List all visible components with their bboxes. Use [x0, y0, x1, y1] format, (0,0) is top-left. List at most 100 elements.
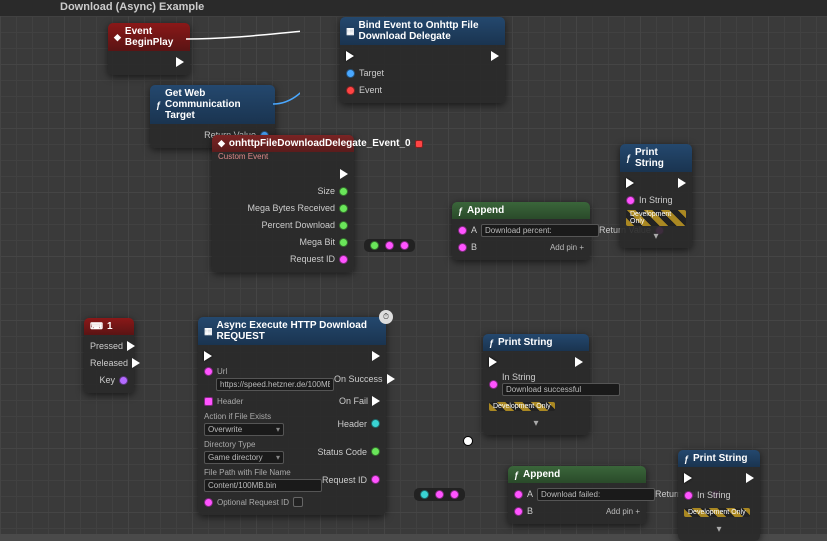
- reroute-magenta-icon: [435, 490, 444, 499]
- node-print-string-2[interactable]: ƒ Print String In String Development Onl…: [483, 334, 589, 435]
- node-header: ƒ Get Web Communication Target: [150, 85, 275, 124]
- node-title: Print String: [693, 453, 747, 464]
- pressed-pin[interactable]: Pressed: [90, 341, 135, 351]
- key-pin[interactable]: Key: [99, 375, 128, 385]
- status-code-pin[interactable]: Status Code: [317, 447, 380, 457]
- a-value-input[interactable]: [481, 224, 599, 237]
- url-input[interactable]: [216, 378, 334, 391]
- reroute-exec[interactable]: [463, 436, 473, 446]
- target-pin[interactable]: Target: [346, 68, 384, 78]
- exec-out-pin[interactable]: [678, 178, 686, 188]
- exec-in-pin[interactable]: [204, 351, 212, 361]
- node-title: Append: [467, 205, 504, 216]
- path-input[interactable]: [204, 479, 322, 492]
- expand-icon[interactable]: ▾: [684, 522, 754, 535]
- event-icon: ◆: [218, 138, 225, 149]
- header-out-pin[interactable]: Header: [337, 419, 380, 429]
- node-event-beginplay[interactable]: ◆ Event BeginPlay: [108, 23, 190, 75]
- exec-out-pin[interactable]: [372, 351, 380, 361]
- b-pin[interactable]: B: [514, 506, 533, 516]
- graph-title: Download (Async) Example: [0, 0, 827, 16]
- exec-out-pin[interactable]: [491, 51, 499, 61]
- node-header: ◆ Event BeginPlay: [108, 23, 190, 51]
- a-pin[interactable]: A: [514, 488, 655, 501]
- exec-out-pin[interactable]: [575, 357, 583, 367]
- node-header: ▦ Bind Event to Onhttp File Download Del…: [340, 17, 505, 45]
- node-append-1[interactable]: ƒ Append A Return Value B Add pin +: [452, 202, 590, 260]
- node-title: Append: [523, 469, 560, 480]
- size-pin[interactable]: Size: [317, 186, 348, 196]
- node-header: ƒ Print String: [678, 450, 760, 467]
- a-pin[interactable]: A: [458, 224, 599, 237]
- node-append-2[interactable]: ƒ Append A Return Value B Add pin +: [508, 466, 646, 524]
- node-title: Event BeginPlay: [125, 26, 184, 48]
- node-header: ƒ Print String: [620, 144, 692, 172]
- expand-icon[interactable]: ▾: [489, 416, 583, 429]
- on-success-pin[interactable]: On Success: [334, 374, 395, 384]
- dev-only-badge: Development Only: [684, 508, 750, 517]
- header-in-pin[interactable]: Header: [204, 396, 243, 407]
- reroute-cyan-icon: [420, 490, 429, 499]
- reroute-magenta-icon: [450, 490, 459, 499]
- exec-in-pin[interactable]: [684, 473, 692, 483]
- node-header: ƒ Append: [452, 202, 590, 219]
- exec-out-pin[interactable]: [746, 473, 754, 483]
- node-print-string-3[interactable]: ƒ Print String In String Development Onl…: [678, 450, 760, 541]
- event-pin[interactable]: Event: [346, 85, 382, 95]
- in-string-pin[interactable]: In String: [489, 372, 620, 396]
- dev-only-badge: Development Only: [626, 210, 686, 226]
- released-pin[interactable]: Released: [90, 358, 140, 368]
- node-header: ƒ Append: [508, 466, 646, 483]
- percent-download-pin[interactable]: Percent Download: [261, 220, 348, 230]
- node-print-string-1[interactable]: ƒ Print String In String Development Onl…: [620, 144, 692, 248]
- reroute-magenta-icon: [400, 241, 409, 250]
- url-pin[interactable]: [204, 367, 213, 376]
- a-value-input[interactable]: [537, 488, 655, 501]
- node-title: Print String: [635, 147, 686, 169]
- optional-request-id-pin[interactable]: Optional Request ID: [204, 497, 303, 508]
- node-header: ▦ Async Execute HTTP Download REQUEST: [198, 317, 386, 345]
- node-title: onhttpFileDownloadDelegate_Event_0: [229, 138, 411, 149]
- mega-bit-pin[interactable]: Mega Bit: [299, 237, 348, 247]
- reroute-green-icon: [370, 241, 379, 250]
- async-clock-icon: ⏱: [379, 310, 393, 324]
- node-header: ⌨ 1: [84, 318, 134, 335]
- on-fail-pin[interactable]: On Fail: [339, 396, 380, 406]
- request-id-pin[interactable]: Request ID: [290, 254, 348, 264]
- function-icon: ▦: [346, 26, 355, 37]
- request-id-out-pin[interactable]: Request ID: [322, 475, 380, 485]
- function-icon: ƒ: [514, 470, 519, 480]
- node-key-input[interactable]: ⌨ 1 Pressed Released Key: [84, 318, 134, 393]
- node-title: Bind Event to Onhttp File Download Deleg…: [359, 20, 499, 42]
- node-subtitle: Custom Event: [212, 152, 354, 163]
- mega-bytes-received-pin[interactable]: Mega Bytes Received: [247, 203, 348, 213]
- in-string-pin[interactable]: In String: [684, 490, 731, 500]
- reroute-magenta-icon: [385, 241, 394, 250]
- node-bind-event[interactable]: ▦ Bind Event to Onhttp File Download Del…: [340, 17, 505, 103]
- action-dropdown[interactable]: Overwrite: [204, 423, 284, 436]
- node-custom-event[interactable]: ◆ onhttpFileDownloadDelegate_Event_0 Cus…: [212, 135, 354, 272]
- directory-dropdown[interactable]: Game directory: [204, 451, 284, 464]
- opt-checkbox[interactable]: [293, 497, 303, 507]
- b-pin[interactable]: B: [458, 242, 477, 252]
- dev-only-badge: Development Only: [489, 402, 555, 411]
- reroute-bar-1[interactable]: [364, 239, 415, 252]
- expand-icon[interactable]: ▾: [626, 229, 686, 242]
- add-pin-button[interactable]: Add pin +: [606, 507, 640, 516]
- delegate-pin[interactable]: [415, 140, 423, 148]
- node-http-download[interactable]: ⏱ ▦ Async Execute HTTP Download REQUEST …: [198, 317, 386, 515]
- node-header: ƒ Print String: [483, 334, 589, 351]
- reroute-bar-2[interactable]: [414, 488, 465, 501]
- exec-out-pin[interactable]: [176, 57, 184, 67]
- in-string-input[interactable]: [502, 383, 620, 396]
- exec-out-pin[interactable]: [340, 169, 348, 179]
- exec-in-pin[interactable]: [489, 357, 497, 367]
- node-title: Get Web Communication Target: [165, 88, 269, 121]
- exec-in-pin[interactable]: [346, 51, 354, 61]
- function-icon: ƒ: [156, 100, 161, 110]
- in-string-pin[interactable]: In String: [626, 195, 673, 205]
- exec-in-pin[interactable]: [626, 178, 634, 188]
- add-pin-button[interactable]: Add pin +: [550, 243, 584, 252]
- node-title: 1: [107, 321, 113, 332]
- function-icon: ƒ: [684, 454, 689, 464]
